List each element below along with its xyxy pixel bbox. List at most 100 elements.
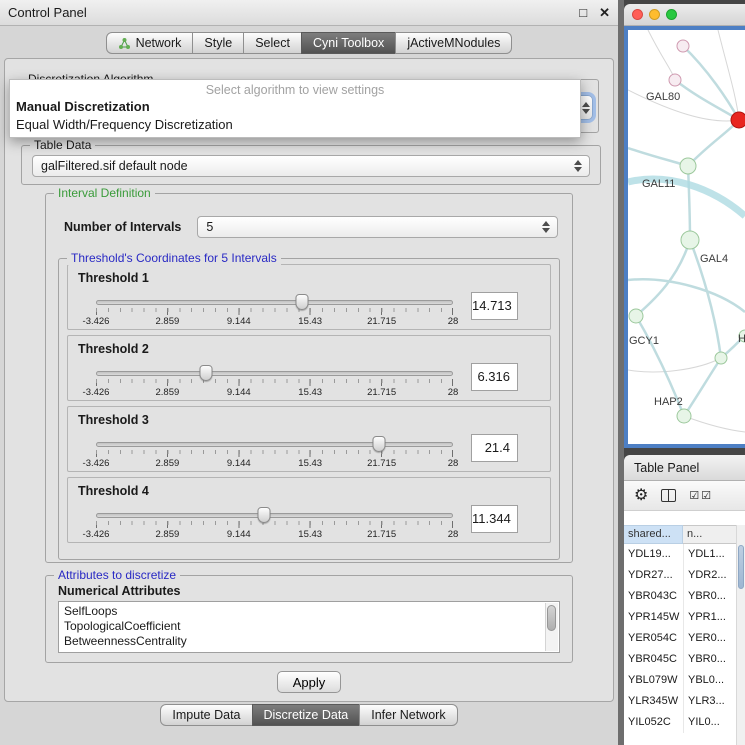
- mac-close-icon[interactable]: [632, 9, 643, 20]
- tab-select[interactable]: Select: [243, 32, 302, 54]
- slider-track[interactable]: [96, 300, 453, 305]
- attributes-scrollbar[interactable]: [545, 603, 558, 651]
- network-view-window: GAL80 GAL11 GAL4 GCY1 HAP2 H: [624, 4, 745, 448]
- tab-infer-network[interactable]: Infer Network: [359, 704, 457, 726]
- network-canvas[interactable]: GAL80 GAL11 GAL4 GCY1 HAP2 H: [628, 30, 745, 444]
- group-label: Table Data: [30, 138, 95, 152]
- network-node-label: GCY1: [629, 335, 659, 347]
- network-node[interactable]: [715, 352, 727, 364]
- threshold-2-value-field[interactable]: 6.316: [471, 363, 518, 391]
- threshold-1-panel: Threshold 1 -3.426 2.859 9.144 15.43: [67, 264, 551, 330]
- gear-icon[interactable]: ⚙: [634, 488, 648, 504]
- slider-ticks: [96, 450, 453, 457]
- group-label: Interval Definition: [54, 186, 155, 200]
- threshold-4-value-field[interactable]: 11.344: [471, 505, 518, 533]
- scale-tick-label: 21.715: [367, 387, 396, 398]
- threshold-2-slider[interactable]: -3.426 2.859 9.144 15.43 21.715 28: [94, 365, 455, 399]
- apply-button[interactable]: Apply: [277, 671, 341, 693]
- network-node[interactable]: [680, 158, 696, 174]
- table-row[interactable]: YDR27...YDR2...: [624, 565, 745, 586]
- scale-tick-label: 21.715: [367, 316, 396, 327]
- scale-tick-label: 28: [448, 387, 459, 398]
- threshold-label: Threshold 2: [78, 342, 540, 357]
- slider-track[interactable]: [96, 513, 453, 518]
- network-view-frame: GAL80 GAL11 GAL4 GCY1 HAP2 H: [624, 26, 745, 448]
- float-window-icon[interactable]: □: [579, 5, 587, 21]
- table-row[interactable]: YBR045CYBR0...: [624, 649, 745, 670]
- threshold-1-value-field[interactable]: 14.713: [471, 292, 518, 320]
- tab-impute-data[interactable]: Impute Data: [160, 704, 252, 726]
- number-of-intervals-label: Number of Intervals: [64, 220, 181, 234]
- scale-tick-label: 2.859: [156, 316, 180, 327]
- list-item[interactable]: BetweennessCentrality: [64, 634, 559, 649]
- scale-tick-label: 28: [448, 316, 459, 327]
- scale-tick-label: 9.144: [227, 529, 251, 540]
- tab-label: Discretize Data: [264, 708, 349, 722]
- dropdown-arrows-icon: [580, 102, 592, 114]
- network-node[interactable]: [677, 40, 689, 52]
- threshold-1-slider[interactable]: -3.426 2.859 9.144 15.43 21.715 28: [94, 294, 455, 328]
- network-node-selected[interactable]: [731, 112, 745, 128]
- table-row[interactable]: YIL052CYIL0...: [624, 712, 745, 733]
- network-node[interactable]: [629, 309, 643, 323]
- discretize-data-panel: Discretization Algorithm Select algorith…: [4, 58, 614, 702]
- table-row[interactable]: YBL079WYBL0...: [624, 670, 745, 691]
- mac-minimize-icon[interactable]: [649, 9, 660, 20]
- table-row[interactable]: YBR043CYBR0...: [624, 586, 745, 607]
- table-row[interactable]: YLR345WYLR3...: [624, 691, 745, 712]
- table-data-select[interactable]: galFiltered.sif default node: [32, 155, 590, 177]
- slider-thumb[interactable]: [296, 294, 309, 310]
- slider-thumb[interactable]: [257, 507, 270, 523]
- table-scrollbar[interactable]: [736, 525, 745, 745]
- tab-jactivemnodules[interactable]: jActiveMNodules: [395, 32, 512, 54]
- slider-track[interactable]: [96, 442, 453, 447]
- slider-thumb[interactable]: [199, 365, 212, 381]
- threshold-label: Threshold 1: [78, 271, 540, 286]
- slider-track[interactable]: [96, 371, 453, 376]
- group-label: Attributes to discretize: [54, 568, 180, 582]
- network-node[interactable]: [669, 74, 681, 86]
- scale-tick-label: 15.43: [298, 529, 322, 540]
- tab-style[interactable]: Style: [192, 32, 244, 54]
- thresholds-group: Threshold's Coordinates for 5 Intervals …: [58, 258, 560, 560]
- mac-zoom-icon[interactable]: [666, 9, 677, 20]
- tab-label: Network: [136, 36, 182, 50]
- network-node[interactable]: [681, 231, 699, 249]
- list-item[interactable]: SelfLoops: [64, 604, 559, 619]
- scrollbar-thumb[interactable]: [547, 605, 556, 631]
- top-tab-bar: Network Style Select Cyni Toolbox jActiv…: [0, 32, 618, 54]
- tab-discretize-data[interactable]: Discretize Data: [252, 704, 361, 726]
- threshold-3-value-field[interactable]: 21.4: [471, 434, 518, 462]
- tab-network[interactable]: Network: [106, 32, 194, 54]
- threshold-3-panel: Threshold 3 -3.426 2.859 9.144 15.43: [67, 406, 551, 472]
- tab-label: jActiveMNodules: [407, 36, 500, 50]
- dropdown-option-manual-discretization[interactable]: Manual Discretization: [10, 98, 580, 116]
- network-window-titlebar: [624, 4, 745, 26]
- checkbox-icons[interactable]: ☑☑: [689, 489, 713, 502]
- columns-icon[interactable]: [661, 489, 676, 502]
- column-header-shared-name[interactable]: shared...: [624, 525, 683, 544]
- table-row[interactable]: YPR145WYPR1...: [624, 607, 745, 628]
- threshold-3-slider[interactable]: -3.426 2.859 9.144 15.43 21.715 28: [94, 436, 455, 470]
- attributes-to-discretize-group: Attributes to discretize Numerical Attri…: [45, 575, 573, 663]
- table-row[interactable]: YER054CYER0...: [624, 628, 745, 649]
- numerical-attributes-list[interactable]: SelfLoops TopologicalCoefficient Between…: [58, 601, 560, 653]
- close-icon[interactable]: ✕: [599, 5, 610, 21]
- table-row[interactable]: YDL19...YDL1...: [624, 544, 745, 565]
- slider-ticks: [96, 521, 453, 528]
- threshold-4-slider[interactable]: -3.426 2.859 9.144 15.43 21.715 28: [94, 507, 455, 541]
- slider-thumb[interactable]: [373, 436, 386, 452]
- number-of-intervals-select[interactable]: 5: [197, 216, 558, 238]
- control-panel-title: Control Panel: [8, 5, 87, 20]
- tab-cyni-toolbox[interactable]: Cyni Toolbox: [301, 32, 396, 54]
- scale-tick-label: 2.859: [156, 529, 180, 540]
- dropdown-option-equal-width-frequency[interactable]: Equal Width/Frequency Discretization: [10, 116, 580, 134]
- list-item[interactable]: TopologicalCoefficient: [64, 619, 559, 634]
- scrollbar-thumb[interactable]: [738, 545, 744, 589]
- network-node[interactable]: [677, 409, 691, 423]
- tab-label: Impute Data: [172, 708, 240, 722]
- dropdown-arrows-icon: [572, 160, 584, 172]
- slider-ticks: [96, 379, 453, 386]
- numerical-attributes-label: Numerical Attributes: [58, 584, 572, 598]
- scale-tick-label: 15.43: [298, 458, 322, 469]
